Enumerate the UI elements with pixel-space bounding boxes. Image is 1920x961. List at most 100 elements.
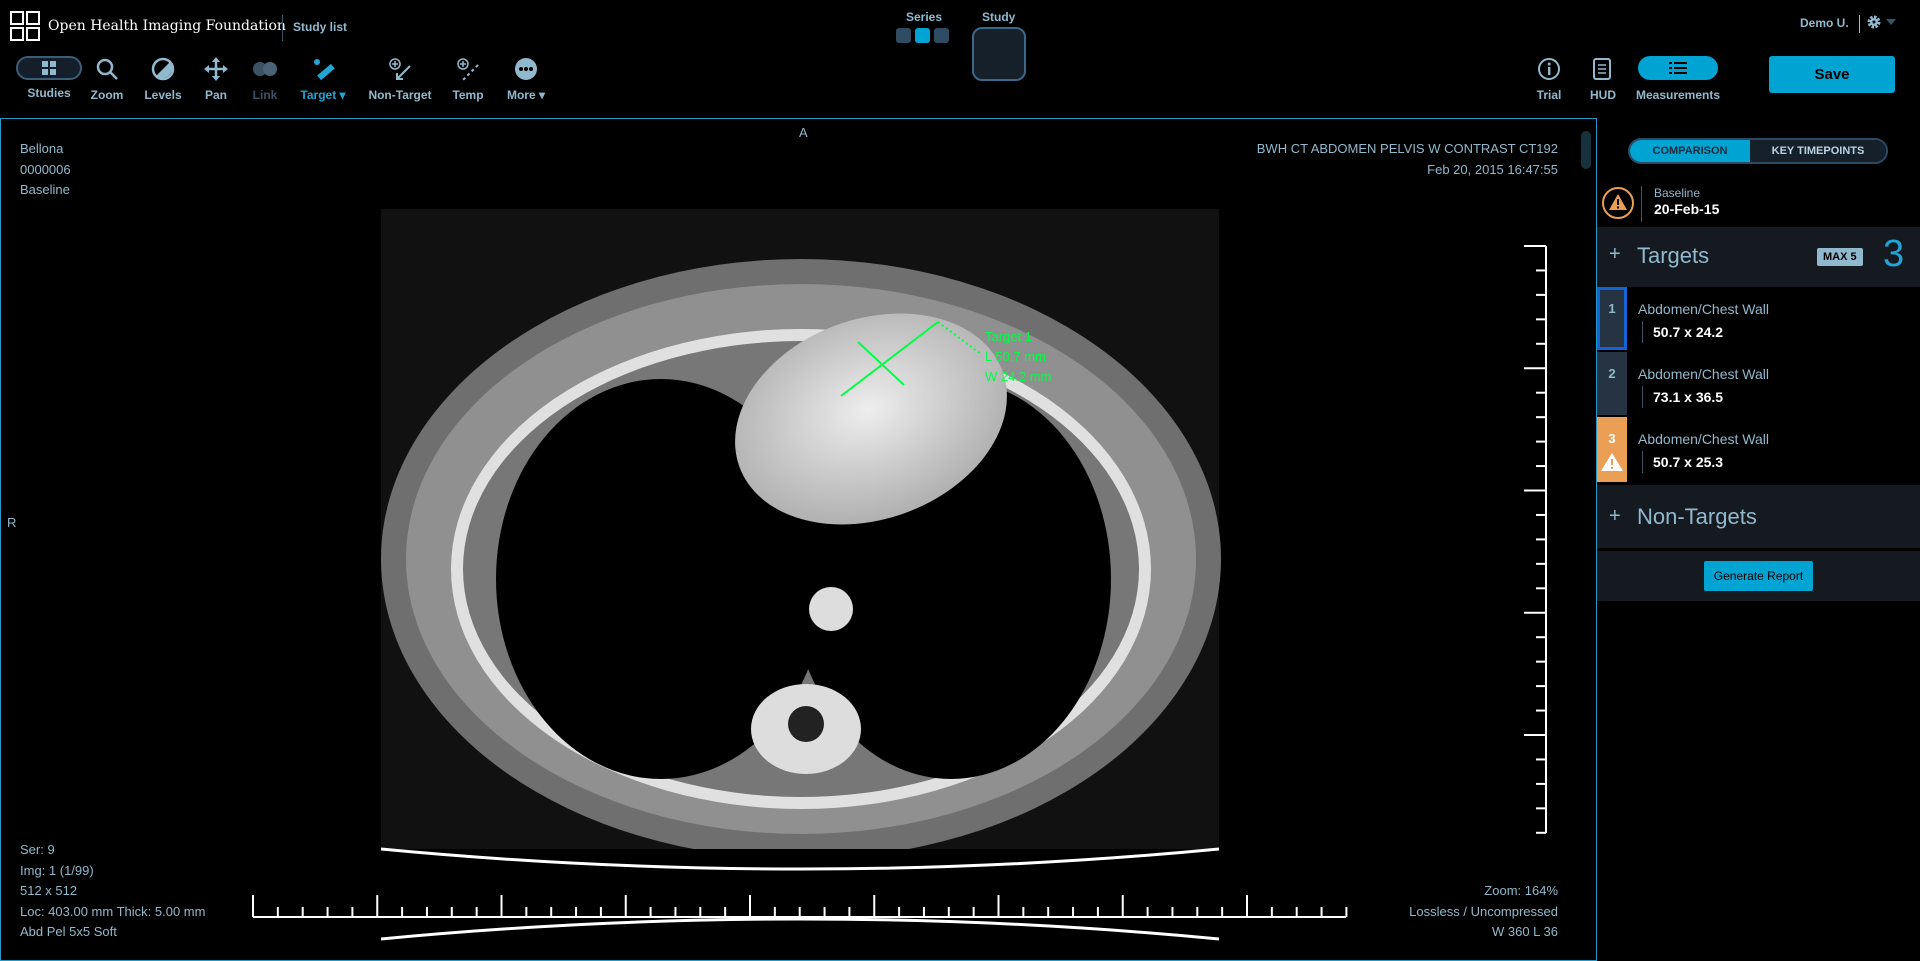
app-title: Open Health Imaging Foundation: [48, 18, 286, 34]
target-location: Abdomen/Chest Wall: [1638, 301, 1769, 317]
target-row[interactable]: 2 Abdomen/Chest Wall 73.1 x 36.5: [1597, 352, 1920, 417]
hud-icon: [1592, 57, 1614, 81]
levels-label: Levels: [144, 88, 181, 102]
annotation-length: L 50.7 mm: [985, 347, 1051, 367]
timepoint: Baseline: [20, 180, 71, 201]
vertical-scale-ruler: [1524, 246, 1546, 833]
series-info-overlay: Ser: 9 Img: 1 (1/99) 512 x 512 Loc: 403.…: [20, 840, 205, 943]
target-count: 3: [1883, 233, 1904, 276]
hud-label: HUD: [1590, 88, 1616, 102]
series-box-active[interactable]: [915, 28, 930, 43]
non-targets-title: Non-Targets: [1637, 504, 1757, 530]
patient-info-overlay: Bellona 0000006 Baseline: [20, 139, 71, 201]
image-dimensions: 512 x 512: [20, 881, 205, 902]
patient-id: 0000006: [20, 160, 71, 181]
series-number: Ser: 9: [20, 840, 205, 861]
window-level: W 360 L 36: [1409, 922, 1558, 943]
warning-circle-icon: [1601, 186, 1635, 220]
compression: Lossless / Uncompressed: [1409, 902, 1558, 923]
info-icon: [1537, 57, 1561, 81]
study-info-overlay: BWH CT ABDOMEN PELVIS W CONTRAST CT192 F…: [1257, 139, 1558, 180]
contrast-icon: [151, 57, 175, 81]
series-box[interactable]: [934, 28, 949, 43]
max-badge: MAX 5: [1817, 248, 1863, 266]
tab-comparison[interactable]: COMPARISON: [1630, 140, 1750, 162]
more-tool[interactable]: More ▾: [491, 56, 561, 102]
divider: [1641, 186, 1642, 222]
target-value: 50.7 x 24.2: [1642, 321, 1723, 343]
annotation-label: Target 1 L 50.7 mm W 24.2 mm: [985, 327, 1051, 387]
patient-name: Bellona: [20, 139, 71, 160]
save-button[interactable]: Save: [1769, 56, 1895, 93]
temp-icon: [456, 57, 480, 81]
trial-label: Trial: [1537, 88, 1562, 102]
zoom-label: Zoom: [91, 88, 124, 102]
grid-icon: [42, 61, 56, 75]
move-icon: [204, 57, 228, 81]
slice-location: Loc: 403.00 mm Thick: 5.00 mm: [20, 902, 205, 923]
divider: [282, 15, 283, 41]
link-label: Link: [253, 88, 278, 102]
non-target-tool[interactable]: Non-Target: [365, 56, 435, 102]
image-number: Img: 1 (1/99): [20, 861, 205, 882]
study-list-link[interactable]: Study list: [293, 20, 347, 34]
more-label: More ▾: [507, 88, 545, 102]
chevron-down-icon: [1886, 19, 1896, 25]
gear-icon: [1866, 14, 1882, 30]
target-row[interactable]: 1 Abdomen/Chest Wall 50.7 x 24.2: [1597, 287, 1920, 352]
add-target-icon[interactable]: +: [1609, 243, 1621, 266]
measurements-button[interactable]: Measurements: [1630, 56, 1726, 102]
pan-label: Pan: [205, 88, 227, 102]
targets-title: Targets: [1637, 243, 1709, 269]
series-label: Series: [906, 10, 942, 24]
more-icon: [514, 57, 538, 81]
study-description: BWH CT ABDOMEN PELVIS W CONTRAST CT192: [1257, 139, 1558, 160]
link-icon: [252, 61, 278, 77]
measurements-label: Measurements: [1630, 88, 1726, 102]
series-selector[interactable]: [896, 28, 949, 43]
logo[interactable]: [10, 11, 40, 41]
generate-report-button[interactable]: Generate Report: [1704, 561, 1813, 591]
target-number: 3: [1597, 417, 1627, 482]
orientation-left: R: [7, 513, 16, 534]
study-label: Study: [982, 10, 1015, 24]
non-target-label: Non-Target: [368, 88, 431, 102]
target-value: 73.1 x 36.5: [1642, 386, 1723, 408]
study-date: Feb 20, 2015 16:47:55: [1257, 160, 1558, 181]
add-non-target-icon[interactable]: +: [1609, 505, 1621, 528]
target-number: 1: [1597, 287, 1627, 350]
viewport-scrollbar[interactable]: [1581, 131, 1591, 169]
target-value: 50.7 x 25.3: [1642, 451, 1723, 473]
target-row[interactable]: 3 Abdomen/Chest Wall 50.7 x 25.3: [1597, 417, 1920, 482]
study-box[interactable]: [972, 27, 1026, 81]
timepoint-label: Baseline: [1654, 186, 1700, 200]
tab-key-timepoints[interactable]: KEY TIMEPOINTS: [1750, 140, 1886, 162]
target-location: Abdomen/Chest Wall: [1638, 431, 1769, 447]
settings-menu[interactable]: [1866, 14, 1896, 30]
temp-label: Temp: [452, 88, 483, 102]
non-targets-header[interactable]: + Non-Targets: [1597, 485, 1920, 548]
ct-image: [1, 119, 1597, 961]
logo-grid-icon: [10, 11, 40, 41]
zoom-level: Zoom: 164%: [1409, 881, 1558, 902]
target-label: Target ▾: [300, 88, 345, 102]
view-info-overlay: Zoom: 164% Lossless / Uncompressed W 360…: [1409, 881, 1558, 943]
target-location: Abdomen/Chest Wall: [1638, 366, 1769, 382]
series-box[interactable]: [896, 28, 911, 43]
annotation-title: Target 1: [985, 327, 1051, 347]
target-tool[interactable]: Target ▾: [288, 56, 358, 102]
studies-label: Studies: [27, 86, 70, 100]
hud-button[interactable]: HUD: [1568, 56, 1638, 102]
ruler-icon: [311, 57, 335, 81]
user-name[interactable]: Demo U.: [1800, 16, 1849, 30]
search-icon: [95, 57, 119, 81]
arrow-plus-icon: [388, 57, 412, 81]
orientation-top: A: [799, 123, 808, 144]
targets-header[interactable]: + Targets MAX 5 3: [1597, 227, 1920, 287]
series-description: Abd Pel 5x5 Soft: [20, 922, 205, 943]
annotation-width: W 24.2 mm: [985, 367, 1051, 387]
divider: [1859, 15, 1860, 33]
image-viewport[interactable]: Target 1 L 50.7 mm W 24.2 mm A R Bellona…: [0, 118, 1597, 961]
target-number: 2: [1597, 352, 1627, 415]
warning-icon: [1600, 452, 1624, 472]
